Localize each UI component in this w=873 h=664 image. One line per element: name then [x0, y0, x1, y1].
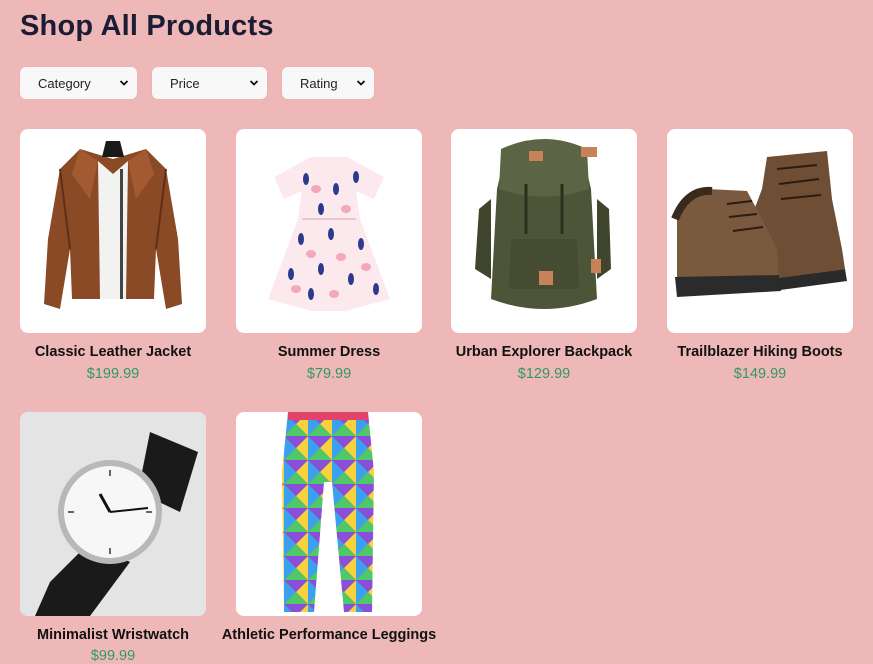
product-price: $149.99 — [733, 366, 787, 382]
product-image-backpack[interactable] — [451, 129, 637, 333]
product-image-summer-dress[interactable] — [236, 129, 422, 333]
product-price: $129.99 — [517, 366, 571, 382]
product-name[interactable]: Trailblazer Hiking Boots — [650, 344, 870, 361]
product-image-leather-jacket[interactable] — [20, 129, 206, 333]
product-price: $79.99 — [306, 366, 352, 382]
product-name[interactable]: Classic Leather Jacket — [3, 344, 223, 361]
product-image-wristwatch[interactable] — [20, 412, 206, 616]
price-filter-select[interactable]: Price — [152, 67, 267, 99]
rating-filter-label: Rating — [300, 75, 338, 91]
rating-filter-select[interactable]: Rating — [282, 67, 374, 99]
price-filter-label: Price — [170, 75, 200, 91]
product-name[interactable]: Urban Explorer Backpack — [434, 344, 654, 361]
category-filter-select[interactable]: Category — [20, 67, 137, 99]
chevron-down-icon — [356, 80, 366, 86]
chevron-down-icon — [119, 80, 129, 86]
product-image-leggings[interactable] — [236, 412, 422, 616]
product-name[interactable]: Minimalist Wristwatch — [3, 627, 223, 644]
product-name[interactable]: Athletic Performance Leggings — [219, 627, 439, 644]
product-price: $199.99 — [86, 366, 140, 382]
chevron-down-icon — [249, 80, 259, 86]
category-filter-label: Category — [38, 75, 91, 91]
page-title: Shop All Products — [20, 10, 274, 42]
product-image-hiking-boots[interactable] — [667, 129, 853, 333]
product-price: $99.99 — [90, 648, 136, 664]
product-name[interactable]: Summer Dress — [219, 344, 439, 361]
